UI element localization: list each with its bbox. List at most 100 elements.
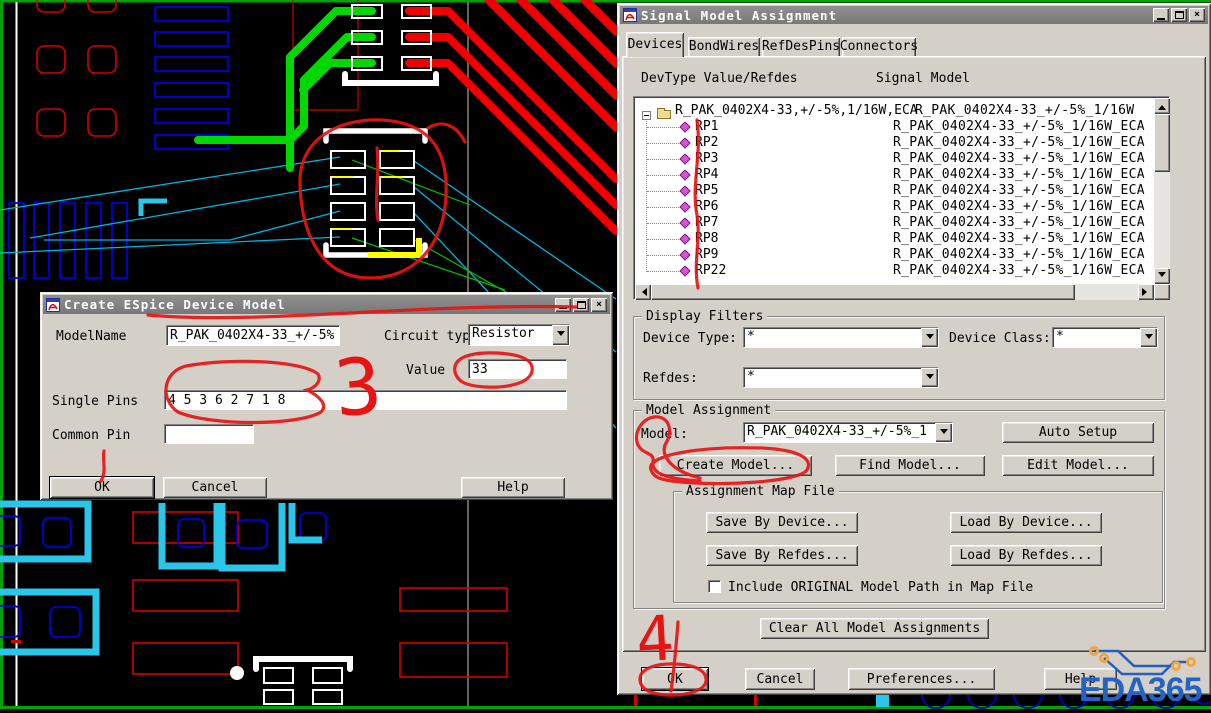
component-icon [679,153,690,164]
model-cell: R_PAK_0402X4-33_+/-5%_1/16W_ECA [893,263,1145,278]
chevron-down-icon[interactable] [921,328,938,347]
allegro-icon [46,298,60,312]
tab-bondwires[interactable]: BondWires [688,37,760,56]
chevron-down-icon[interactable] [921,368,938,387]
horizontal-scrollbar[interactable] [635,284,1154,300]
table-row[interactable]: RP9R_PAK_0402X4-33_+/-5%_1/16W_ECA [635,247,1154,263]
model-cell: R_PAK_0402X4-33_+/-5%_1/16W_ECA [893,215,1145,230]
tab-refdespins[interactable]: RefDesPins [762,37,840,56]
refdes-cell: RP8 [695,231,718,246]
common-pin-label: Common Pin [52,428,130,443]
find-model-button[interactable]: Find Model... [835,455,985,476]
pcb-ratsnest-green [352,160,520,300]
minimize-icon[interactable] [555,298,571,312]
common-pin-input[interactable] [164,424,254,444]
table-row[interactable]: RP2R_PAK_0402X4-33_+/-5%_1/16W_ECA [635,135,1154,151]
save-by-refdes-button[interactable]: Save By Refdes... [706,545,858,566]
scroll-right-icon[interactable] [1138,284,1154,300]
device-class-label: Device Class: [949,331,1051,346]
assignment-map-file-group: Assignment Map File Save By Device... Lo… [673,491,1163,603]
value-label: Value [406,363,445,378]
tab-devices[interactable]: Devices [626,32,684,57]
create-dialog-titlebar[interactable]: Create ESpice Device Model × [43,295,610,314]
device-class-combo[interactable]: * [1052,327,1158,348]
component-icon [679,169,690,180]
scroll-left-icon[interactable] [635,284,651,300]
root-model-cell: R_PAK_0402X4-33_+/-5%_1/16W [915,103,1134,118]
scroll-down-icon[interactable] [1154,268,1170,284]
single-pins-input[interactable] [164,390,567,410]
circuit-type-value: Resistor [469,325,552,345]
model-cell: R_PAK_0402X4-33_+/-5%_1/16W_ECA [893,247,1145,262]
device-type-combo[interactable]: * [743,327,939,348]
model-combo[interactable]: R_PAK_0402X4-33_+/-5%_1 [743,422,953,443]
cancel-button[interactable]: Cancel [745,668,815,690]
load-by-device-button[interactable]: Load By Device... [950,512,1102,533]
create-model-button[interactable]: Create Model... [659,455,812,476]
table-row[interactable]: RP3R_PAK_0402X4-33_+/-5%_1/16W_ECA [635,151,1154,167]
model-cell: R_PAK_0402X4-33_+/-5%_1/16W_ECA [893,119,1145,134]
cancel-button[interactable]: Cancel [163,477,267,498]
table-row[interactable]: RP6R_PAK_0402X4-33_+/-5%_1/16W_ECA [635,199,1154,215]
load-by-refdes-button[interactable]: Load By Refdes... [950,545,1102,566]
chevron-down-icon[interactable] [552,325,569,345]
close-icon[interactable]: × [1189,8,1205,22]
table-row[interactable]: RP22R_PAK_0402X4-33_+/-5%_1/16W_ECA [635,263,1154,279]
column-header-devtype: DevType Value/Refdes [641,71,798,86]
close-icon[interactable]: × [591,298,607,312]
device-tree-list[interactable]: R_PAK_0402X4-33,+/-5%,1/16W,ECA R_PAK_04… [633,96,1170,300]
component-icon [679,265,690,276]
ok-button[interactable]: OK [642,668,708,690]
chevron-down-icon[interactable] [1140,328,1157,347]
sma-dialog-title: Signal Model Assignment [641,8,837,23]
table-row[interactable]: RP4R_PAK_0402X4-33_+/-5%_1/16W_ECA [635,167,1154,183]
chevron-down-icon[interactable] [935,423,952,442]
vertical-scroll-thumb[interactable] [1154,114,1170,172]
help-button[interactable]: Help [461,477,565,498]
include-original-path-checkbox[interactable] [708,580,721,593]
circuit-type-label: Circuit type [384,329,478,344]
pcb-green-traces [198,11,372,168]
create-dialog-title: Create ESpice Device Model [64,297,286,312]
model-cell: R_PAK_0402X4-33_+/-5%_1/16W_ECA [893,135,1145,150]
minimize-icon[interactable] [1153,8,1169,22]
clear-all-model-assignments-button[interactable]: Clear All Model Assignments [760,618,989,639]
scroll-up-icon[interactable] [1154,98,1170,114]
maximize-icon[interactable] [573,298,589,312]
component-icon [679,249,690,260]
component-icon [679,121,690,132]
refdes-combo[interactable]: * [743,367,939,388]
refdes-label: Refdes: [643,371,698,386]
model-cell: R_PAK_0402X4-33_+/-5%_1/16W_ECA [893,151,1145,166]
model-name-label: ModelName [56,329,126,344]
model-assignment-group: Model Assignment Model: R_PAK_0402X4-33_… [633,410,1165,609]
tree-root-row[interactable]: R_PAK_0402X4-33,+/-5%,1/16W,ECA R_PAK_04… [635,103,1154,119]
value-input[interactable] [468,359,567,379]
table-row[interactable]: RP7 R_PAK_0402X4-33_+/-5%_1/16W_ECA [635,215,1154,231]
component-icon [679,233,690,244]
maximize-icon[interactable] [1171,8,1187,22]
help-button[interactable]: Help [1044,668,1117,690]
create-espice-dialog: Create ESpice Device Model × ModelName C… [40,292,613,500]
device-type-label: Device Type: [643,331,737,346]
edit-model-button[interactable]: Edit Model... [1002,455,1154,476]
refdes-cell: RP7 [695,215,718,230]
auto-setup-button[interactable]: Auto Setup [1002,422,1154,443]
ok-button[interactable]: OK [50,477,154,498]
vertical-scrollbar[interactable] [1154,98,1170,284]
component-icon [679,217,690,228]
model-cell: R_PAK_0402X4-33_+/-5%_1/16W_ECA [893,167,1145,182]
allegro-icon [623,8,637,22]
table-row[interactable]: RP1 R_PAK_0402X4-33_+/-5%_1/16W_ECA [635,119,1154,135]
table-row[interactable]: RP8R_PAK_0402X4-33_+/-5%_1/16W_ECA [635,231,1154,247]
table-row[interactable]: RP5R_PAK_0402X4-33_+/-5%_1/16W_ECA [635,183,1154,199]
save-by-device-button[interactable]: Save By Device... [706,512,858,533]
preferences-button[interactable]: Preferences... [848,668,995,690]
refdes-cell: RP1 [695,119,718,134]
circuit-type-combo[interactable]: Resistor [468,324,570,346]
sma-dialog-titlebar[interactable]: Signal Model Assignment × [620,6,1208,24]
root-devtype-cell: R_PAK_0402X4-33,+/-5%,1/16W,ECA [675,103,918,118]
horizontal-scroll-thumb[interactable] [651,284,1075,300]
model-name-input[interactable] [166,325,340,346]
tab-connectors[interactable]: Connectors [842,37,916,56]
